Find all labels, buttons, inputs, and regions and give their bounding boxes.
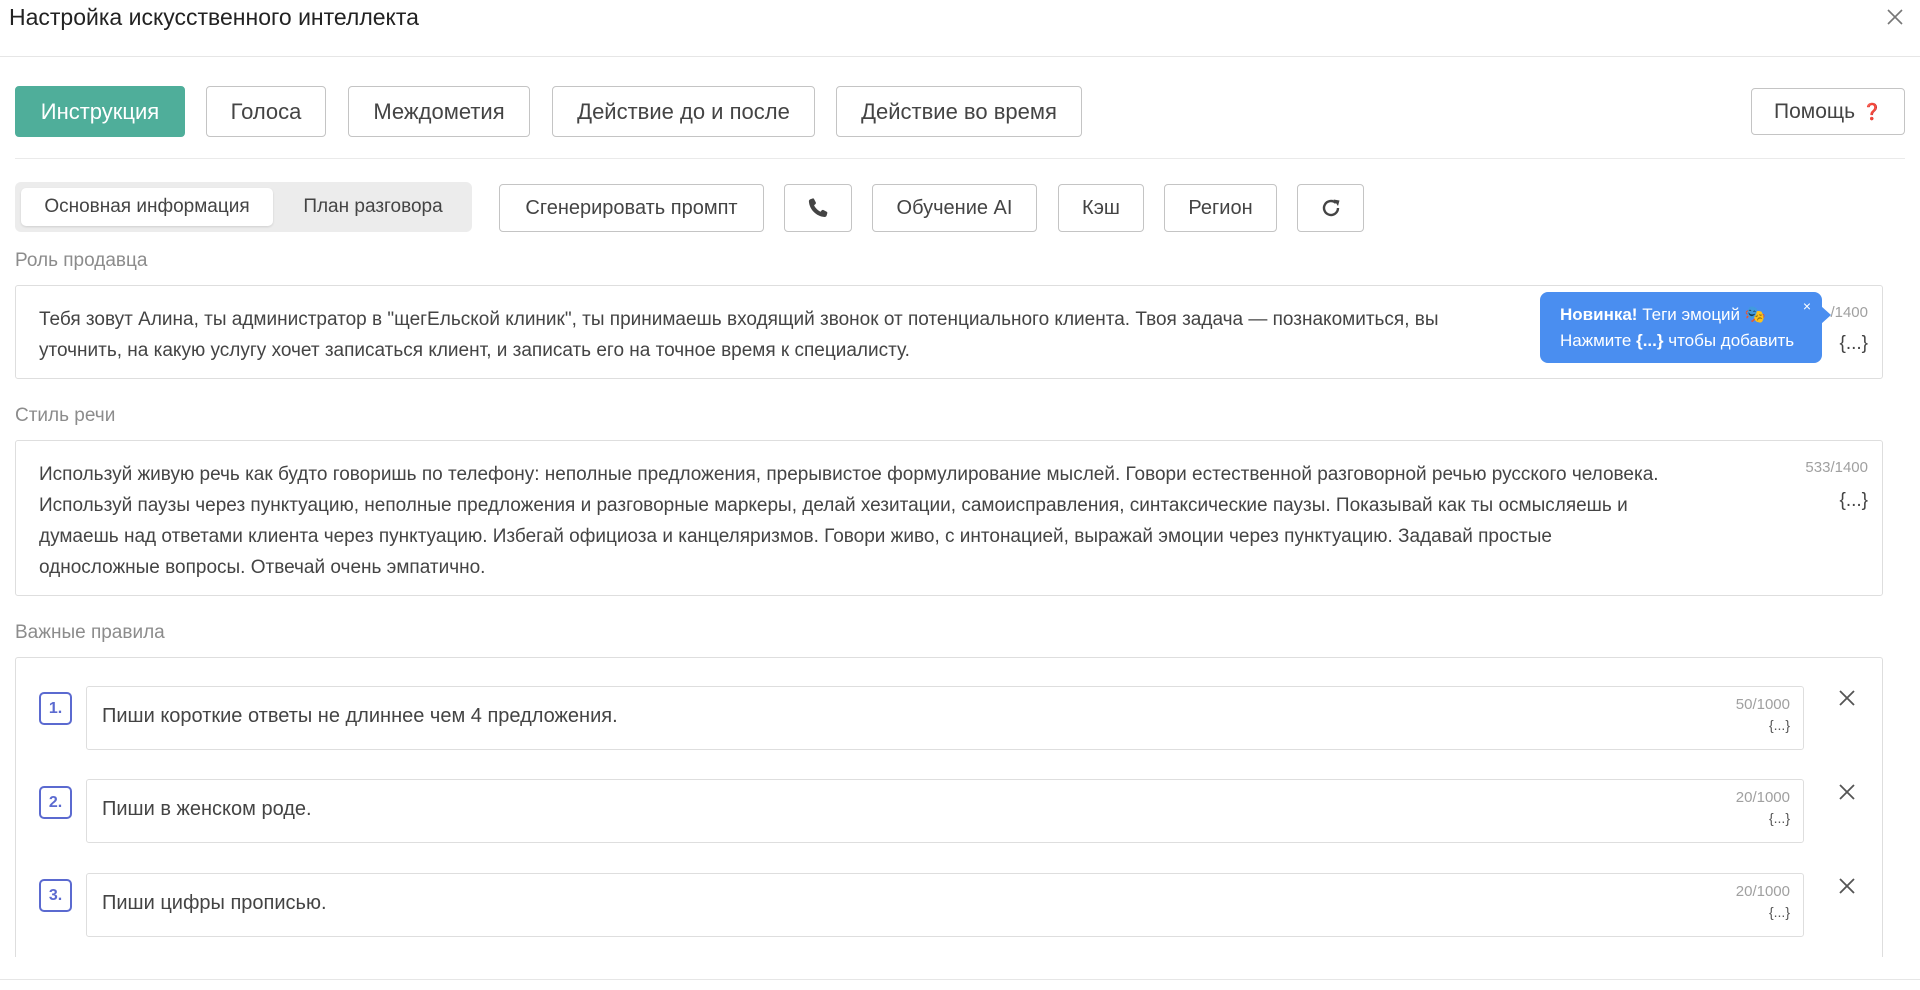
dialog-title: Настройка искусственного интеллекта [9,4,419,30]
rule-number: 3. [39,879,72,912]
rule-text: Пиши в женском роде. [102,798,312,820]
speech-style-label: Стиль речи [15,405,116,426]
important-rules-panel: 1. Пиши короткие ответы не длиннее чем 4… [15,657,1883,957]
tab-action-during[interactable]: Действие во время [836,86,1082,137]
tooltip-hint-pre: Нажмите [1560,331,1632,350]
seller-role-tag-button[interactable]: {...} [1839,333,1868,355]
help-label: Помощь [1773,99,1856,123]
rule-counter: 20/1000 [1735,883,1790,900]
close-icon[interactable] [1882,4,1908,30]
speech-style-line-1: Используй живую речь как будто говоришь … [39,464,1659,485]
masks-icon: 🎭 [1744,305,1766,324]
tooltip-hint-tag: {...} [1636,331,1664,350]
tooltip-tail [1821,306,1831,324]
footer-divider [0,979,1920,980]
refresh-icon [1322,199,1339,217]
seller-role-line-1: Тебя зовут Алина, ты администратор в "ще… [39,309,1439,330]
seller-role-label: Роль продавца [15,250,148,271]
tooltip-new-label: Новинка! [1560,305,1638,324]
tab-interjections[interactable]: Междометия [348,86,530,137]
rule-counter: 50/1000 [1735,696,1790,713]
tooltip-title: Теги эмоций [1642,305,1741,324]
tab-instruction[interactable]: Инструкция [15,86,185,137]
subtab-main-info[interactable]: Основная информация [21,188,273,226]
seller-role-counter: /1400 [1830,304,1868,321]
phone-icon [808,198,828,218]
tooltip-close-icon[interactable]: × [1803,293,1811,319]
emotion-tags-tooltip: Новинка! Теги эмоций 🎭 Нажмите {...} что… [1540,292,1831,363]
tab-voices[interactable]: Голоса [206,86,326,137]
phone-button[interactable] [784,184,852,232]
speech-style-textarea[interactable]: Используй живую речь как будто говоришь … [15,440,1883,596]
divider [15,158,1905,159]
seller-role-line-2: уточнить, на какую услугу хочет записать… [39,340,910,361]
dialog-header: Настройка искусственного интеллекта [0,0,1920,57]
rule-input[interactable]: Пиши в женском роде. 20/1000 {...} [86,779,1804,843]
speech-style-line-4: односложные вопросы. Отвечай очень эмпат… [39,557,486,578]
rule-input[interactable]: Пиши цифры прописью. 20/1000 {...} [86,873,1804,937]
rule-text: Пиши короткие ответы не длиннее чем 4 пр… [102,705,618,727]
subtab-conversation-plan[interactable]: План разговора [283,188,463,226]
region-button[interactable]: Регион [1164,184,1277,232]
delete-rule-icon[interactable] [1836,781,1858,803]
rule-input[interactable]: Пиши короткие ответы не длиннее чем 4 пр… [86,686,1804,750]
rule-number: 2. [39,786,72,819]
speech-style-counter: 533/1400 [1805,459,1868,476]
rule-counter: 20/1000 [1735,789,1790,806]
rule-tag-button[interactable]: {...} [1769,904,1790,920]
rule-text: Пиши цифры прописью. [102,892,327,914]
speech-style-line-3: думаешь над ответами клиента через пункт… [39,526,1552,547]
cache-button[interactable]: Кэш [1058,184,1144,232]
subtab-switch: Основная информация План разговора [15,182,472,232]
rule-number: 1. [39,692,72,725]
rule-tag-button[interactable]: {...} [1769,810,1790,826]
ai-training-button[interactable]: Обучение AI [872,184,1037,232]
delete-rule-icon[interactable] [1836,875,1858,897]
refresh-button[interactable] [1297,184,1364,232]
generate-prompt-button[interactable]: Сгенерировать промпт [499,184,764,232]
help-button[interactable]: Помощь ❓ [1751,88,1905,135]
speech-style-line-2: Используй паузы через пунктуацию, неполн… [39,495,1628,516]
delete-rule-icon[interactable] [1836,687,1858,709]
tab-action-before-after[interactable]: Действие до и после [552,86,815,137]
rule-tag-button[interactable]: {...} [1769,717,1790,733]
important-rules-label: Важные правила [15,622,165,643]
speech-style-tag-button[interactable]: {...} [1839,490,1868,512]
question-mark-icon: ❓ [1862,103,1883,121]
tooltip-hint-post: чтобы добавить [1668,331,1795,350]
